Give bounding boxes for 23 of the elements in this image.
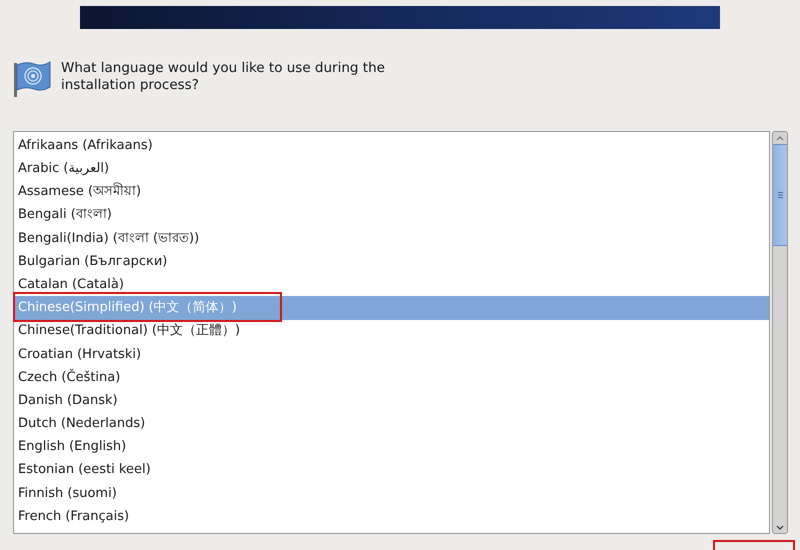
language-item[interactable]: Danish (Dansk) [14, 389, 769, 412]
language-item[interactable]: Bengali(India) (বাংলা (ভারত)) [14, 226, 769, 250]
language-item[interactable]: Bengali (বাংলা) [14, 204, 769, 227]
scroll-up-icon[interactable] [776, 136, 784, 140]
language-item[interactable]: Chinese(Traditional) (中文（正體）) [14, 320, 769, 343]
language-item[interactable]: Czech (Čeština) [14, 366, 769, 390]
language-item[interactable]: Assamese (অসমীয়া) [14, 180, 769, 204]
scroll-thumb[interactable] [773, 144, 787, 246]
grip-icon [778, 192, 782, 198]
language-item[interactable]: Catalan (Català) [14, 273, 769, 296]
language-item[interactable]: Afrikaans (Afrikaans) [14, 134, 769, 158]
language-item[interactable]: French (Français) [14, 505, 769, 528]
language-item[interactable]: English (English) [14, 435, 769, 459]
scroll-down-icon[interactable] [776, 524, 784, 530]
language-item[interactable]: Finnish (suomi) [14, 482, 769, 505]
language-item[interactable]: Estonian (eesti keel) [14, 458, 769, 482]
language-item[interactable]: Dutch (Nederlands) [14, 412, 769, 436]
flag-icon [12, 59, 52, 99]
language-item[interactable]: Croatian (Hrvatski) [14, 342, 769, 366]
question-text: What language would you like to use during the installation process? [61, 59, 386, 94]
language-item[interactable]: Arabic (العربية) [14, 157, 769, 180]
scrollbar[interactable] [772, 131, 788, 534]
language-item[interactable]: Bulgarian (Български) [14, 250, 769, 274]
